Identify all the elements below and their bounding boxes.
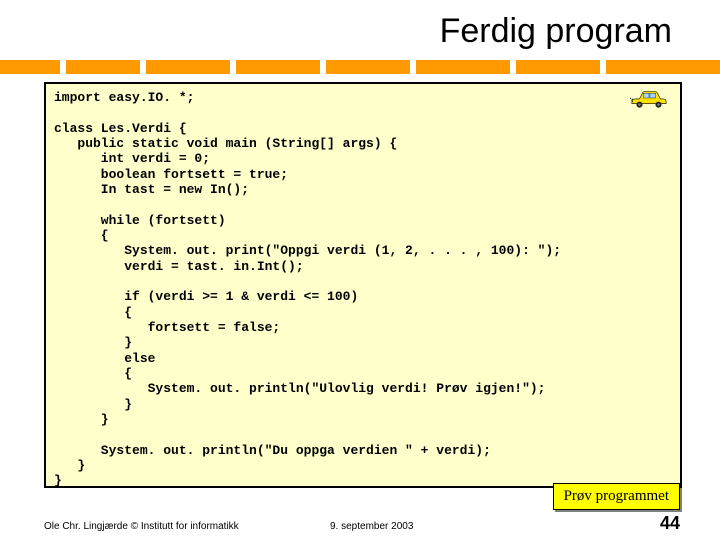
slide-title: Ferdig program: [440, 12, 672, 51]
car-icon: [630, 86, 668, 110]
code-block: import easy.IO. *; class Les.Verdi { pub…: [44, 82, 682, 488]
page-number: 44: [660, 513, 680, 534]
slide: Ferdig program import easy.IO. *; class …: [0, 0, 720, 540]
divider-stripe: [0, 60, 720, 74]
try-program-button[interactable]: Prøv programmet: [553, 483, 680, 510]
footer-author: Ole Chr. Lingjærde © Institutt for infor…: [44, 521, 239, 532]
code-text: import easy.IO. *; class Les.Verdi { pub…: [54, 90, 672, 488]
footer-date: 9. september 2003: [330, 521, 413, 532]
